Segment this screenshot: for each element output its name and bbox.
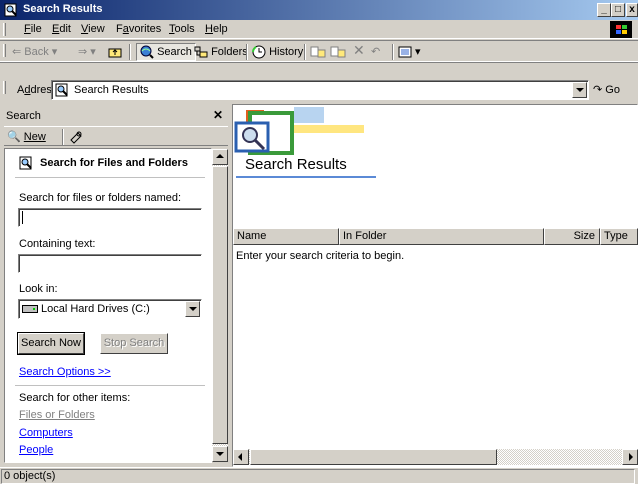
divider: [15, 385, 205, 386]
search-pane-title: Search: [6, 110, 41, 122]
windows-logo-icon: [610, 21, 632, 38]
column-header-name[interactable]: Name: [233, 228, 339, 245]
history-icon: [252, 45, 266, 59]
people-link[interactable]: People: [19, 444, 53, 456]
hscroll-thumb[interactable]: [250, 449, 497, 465]
search-banner-icon: [234, 107, 364, 155]
close-window-button[interactable]: x: [626, 3, 638, 17]
move-to-button[interactable]: [310, 44, 326, 60]
menu-file[interactable]: File: [24, 23, 42, 35]
folders-icon: [194, 46, 208, 58]
toolbar-separator: [392, 44, 394, 60]
computers-link[interactable]: Computers: [19, 427, 73, 439]
folders-button[interactable]: Folders: [194, 44, 248, 60]
menu-help[interactable]: Help: [205, 23, 228, 35]
address-field[interactable]: Search Results: [51, 80, 589, 100]
toolbar-separator: [304, 44, 306, 60]
menu-bar: File Edit View Favorites Tools Help: [0, 20, 638, 39]
stop-search-button[interactable]: Stop Search: [100, 333, 168, 354]
lookin-dropdown[interactable]: Local Hard Drives (C:): [18, 299, 202, 319]
files-or-folders-link[interactable]: Files or Folders: [19, 409, 95, 421]
menu-edit[interactable]: Edit: [52, 23, 71, 35]
move-to-icon: [310, 46, 326, 58]
column-header-in-folder[interactable]: In Folder: [339, 228, 544, 245]
lookin-value: Local Hard Drives (C:): [41, 303, 150, 315]
delete-icon[interactable]: ✕: [353, 42, 365, 58]
column-header-size[interactable]: Size: [544, 228, 600, 245]
address-value: Search Results: [74, 84, 149, 96]
copy-to-icon: [330, 46, 346, 58]
maximize-button[interactable]: □: [611, 3, 625, 17]
close-pane-button[interactable]: ✕: [213, 108, 223, 122]
named-label: Search for files or folders named:: [19, 192, 182, 204]
file-name-input[interactable]: [18, 208, 202, 227]
undo-icon[interactable]: ↶: [371, 44, 380, 60]
history-button[interactable]: History: [252, 44, 303, 60]
containing-label: Containing text:: [19, 238, 96, 250]
internet-search-icon[interactable]: [69, 130, 83, 144]
back-arrow-icon: ⇐: [12, 46, 22, 58]
search-results-icon: [55, 83, 68, 97]
empty-results-message: Enter your search criteria to begin.: [236, 250, 405, 262]
forward-button[interactable]: ⇒ ▾: [78, 44, 96, 60]
pane-toolbar-separator: [62, 129, 64, 145]
window-title: Search Results: [23, 3, 103, 15]
scroll-up-button[interactable]: [212, 149, 228, 165]
new-search-button[interactable]: 🔍 New: [7, 130, 46, 143]
hard-drive-icon: [22, 305, 38, 313]
scroll-right-button[interactable]: [622, 449, 638, 465]
other-items-label: Search for other items:: [19, 392, 131, 404]
text-caret: [22, 211, 23, 224]
scroll-left-button[interactable]: [233, 449, 249, 465]
menu-favorites[interactable]: Favorites: [116, 23, 161, 35]
search-toolbar-button[interactable]: Search: [136, 43, 196, 61]
column-header-type[interactable]: Type: [600, 228, 638, 245]
menu-view[interactable]: View: [81, 23, 105, 35]
scroll-down-button[interactable]: [212, 446, 228, 462]
lookin-dropdown-button[interactable]: [185, 301, 200, 317]
explorer-window: Search Results _ □ x File Edit View Favo…: [0, 0, 638, 484]
search-files-icon: [19, 156, 32, 170]
minimize-button[interactable]: _: [597, 3, 611, 17]
go-button[interactable]: ↷ Go: [593, 83, 620, 96]
globe-search-icon: [140, 45, 154, 59]
toolbar-separator: [129, 44, 131, 60]
standard-toolbar: ⇐ Back ▾ ⇒ ▾ Search Folders History ✕ ↶ …: [0, 40, 638, 62]
address-dropdown-button[interactable]: [572, 82, 587, 98]
scroll-thumb[interactable]: [212, 166, 228, 444]
search-now-button[interactable]: Search Now: [17, 332, 85, 355]
status-text: 0 object(s): [1, 469, 635, 484]
go-arrow-icon: ↷: [593, 84, 603, 96]
search-options-link[interactable]: Search Options >>: [19, 366, 111, 378]
forward-arrow-icon: ⇒: [78, 46, 88, 58]
toolbar-grip[interactable]: [3, 44, 6, 57]
menubar-grip[interactable]: [3, 23, 6, 36]
toolbar-separator: [246, 44, 248, 60]
title-underline: [236, 176, 376, 178]
lookin-label: Look in:: [19, 283, 58, 295]
divider: [15, 177, 205, 178]
title-bar[interactable]: Search Results _ □ x: [0, 0, 638, 20]
views-button[interactable]: ▾: [398, 44, 421, 60]
up-folder-icon: [108, 48, 122, 58]
containing-text-input[interactable]: [18, 254, 202, 273]
addressbar-grip[interactable]: [3, 81, 6, 94]
copy-to-button[interactable]: [330, 44, 346, 60]
menu-tools[interactable]: Tools: [169, 23, 195, 35]
search-form-heading: Search for Files and Folders: [40, 157, 188, 169]
views-icon: [398, 46, 412, 58]
search-window-icon: [4, 3, 17, 17]
up-folder-button[interactable]: [108, 44, 122, 60]
results-title: Search Results: [245, 156, 347, 173]
new-search-icon: 🔍: [7, 131, 21, 143]
back-button[interactable]: ⇐ Back ▾: [12, 44, 57, 60]
